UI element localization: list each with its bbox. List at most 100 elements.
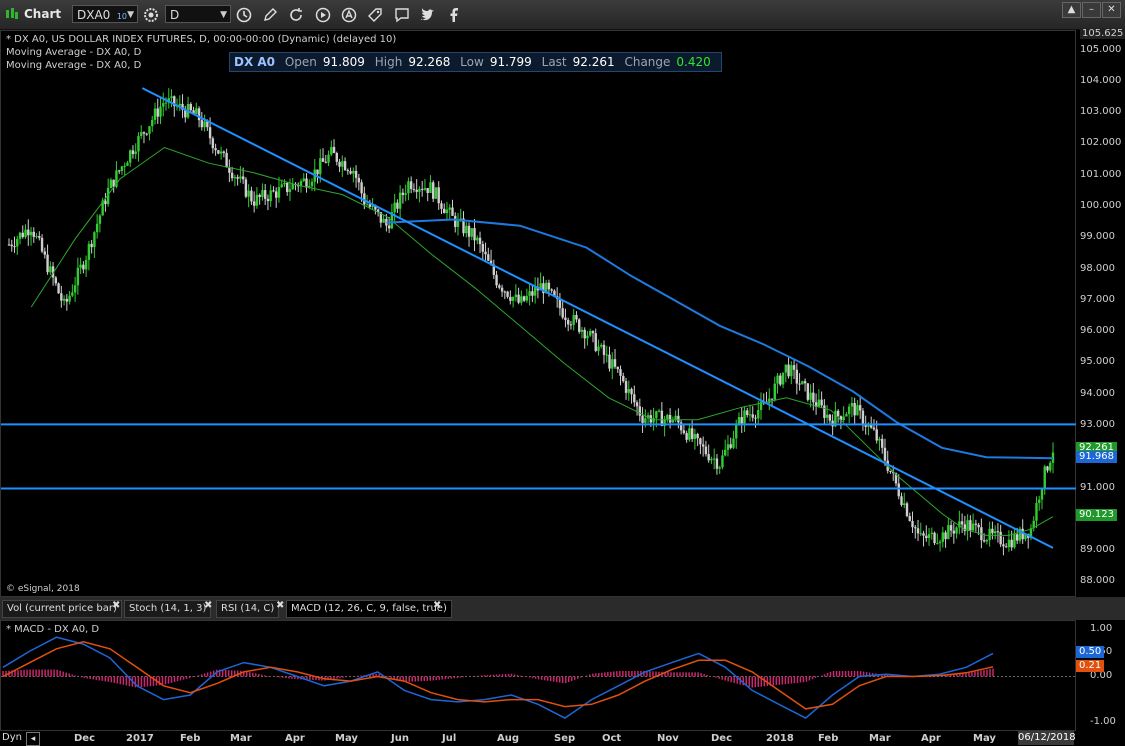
candle-body	[142, 132, 146, 134]
candle-body	[845, 414, 848, 417]
tab-vol[interactable]: Vol (current price bar)	[2, 600, 122, 618]
candle-body	[1010, 539, 1013, 548]
scroll-left-icon[interactable]: ◂	[26, 732, 40, 746]
candle-body	[316, 169, 319, 175]
symbol-input[interactable]: DXA0 10 ▼	[72, 5, 138, 23]
candle-body	[261, 190, 264, 197]
tab-rsi[interactable]: RSI (14, C)	[216, 600, 280, 618]
comment-icon[interactable]	[392, 5, 412, 25]
price-chart[interactable]	[1, 31, 1077, 598]
alert-icon[interactable]	[339, 5, 359, 25]
candle-body	[726, 444, 730, 450]
candle-body	[465, 225, 468, 234]
candle-body	[214, 148, 217, 151]
candle-body	[272, 190, 275, 192]
candle-body	[801, 381, 804, 385]
candle-body	[889, 470, 892, 472]
candle-body	[820, 399, 823, 406]
candle-body	[566, 319, 570, 325]
candle-body	[856, 405, 859, 416]
macd-chart[interactable]	[1, 621, 1077, 732]
time-tick-label: May	[335, 733, 358, 744]
time-tick-label: May	[973, 733, 996, 744]
price-tick-label: 102.000	[1080, 137, 1122, 149]
candle-body	[685, 433, 688, 440]
candle-body	[836, 410, 840, 417]
tab-macd[interactable]: MACD (12, 26, C, 9, false, true)	[286, 600, 452, 618]
candle-body	[500, 287, 504, 292]
macd-pane[interactable]: * MACD - DX A0, D	[0, 620, 1077, 732]
candle-body	[162, 103, 165, 107]
candle-body	[514, 294, 518, 298]
candle-body	[451, 207, 454, 216]
candle-body	[522, 296, 526, 301]
candle-body	[145, 133, 148, 135]
candle-body	[864, 425, 867, 427]
price-tick-label: 91.000	[1080, 481, 1115, 493]
macd-tag: 0.21	[1076, 659, 1105, 672]
candle-body	[54, 277, 58, 284]
candle-body	[613, 359, 617, 367]
scroll-up-button[interactable]: ▲	[1062, 2, 1081, 18]
candle-body	[688, 428, 691, 440]
chevron-down-icon[interactable]: ▼	[220, 6, 227, 24]
candle-body	[151, 119, 154, 127]
candle-body	[511, 297, 515, 301]
candle-body	[823, 405, 826, 418]
axis-mode-label[interactable]: Dyn	[2, 732, 22, 743]
play-icon[interactable]	[313, 5, 333, 25]
close-icon[interactable]: ✖	[433, 600, 441, 611]
close-icon[interactable]: ✖	[204, 600, 212, 611]
candle-body	[985, 539, 989, 542]
tab-stoch[interactable]: Stoch (14, 1, 3)	[124, 600, 212, 618]
chevron-down-icon[interactable]: ▼	[127, 6, 134, 24]
close-icon[interactable]: ✖	[276, 600, 284, 611]
twitter-icon[interactable]	[418, 5, 438, 25]
candle-body	[630, 388, 633, 395]
candle-body	[905, 503, 909, 517]
pen-icon[interactable]	[260, 5, 280, 25]
candle-body	[432, 182, 435, 199]
candle-body	[578, 319, 581, 332]
candle-body	[547, 282, 551, 290]
close-icon[interactable]: ✖	[112, 600, 120, 611]
candle-body	[10, 244, 13, 247]
candle-body	[277, 187, 281, 198]
candle-body	[531, 291, 534, 296]
candle-body	[991, 528, 994, 534]
candle-body	[533, 287, 537, 296]
candle-body	[1043, 466, 1046, 489]
time-tick-label: Oct	[602, 733, 622, 744]
candle-body	[627, 388, 630, 393]
time-tick-label: Dec	[711, 733, 733, 744]
candle-body	[117, 170, 121, 172]
candle-body	[21, 232, 24, 238]
facebook-icon[interactable]	[444, 5, 464, 25]
interval-select[interactable]: D ▼	[165, 5, 231, 23]
tag-icon[interactable]	[365, 5, 385, 25]
candle-body	[440, 203, 443, 209]
candle-body	[24, 229, 27, 238]
settings-icon[interactable]	[141, 5, 161, 25]
candle-body	[503, 291, 507, 293]
macd-tick-label: -1.00	[1090, 715, 1116, 727]
price-chart-pane[interactable]: * DX A0, US DOLLAR INDEX FUTURES, D, 00:…	[0, 30, 1077, 598]
candle-body	[140, 132, 143, 136]
candle-body	[357, 177, 361, 183]
candle-body	[349, 171, 352, 174]
candle-body	[919, 533, 922, 535]
candle-body	[1035, 502, 1038, 521]
refresh-icon[interactable]	[286, 5, 306, 25]
quote-open-label: Open	[284, 55, 317, 69]
candle-body	[798, 383, 801, 385]
candle-body	[971, 523, 975, 531]
time-tick-label: Feb	[180, 733, 201, 744]
clock-icon[interactable]	[234, 5, 254, 25]
price-tick-label: 94.000	[1080, 387, 1115, 399]
close-button[interactable]: ✕	[1102, 2, 1121, 18]
candle-body	[189, 103, 193, 111]
candle-body	[104, 200, 107, 205]
minimize-button[interactable]: –	[1082, 2, 1101, 18]
candle-body	[561, 308, 564, 318]
time-tick-label: Apr	[921, 733, 941, 744]
